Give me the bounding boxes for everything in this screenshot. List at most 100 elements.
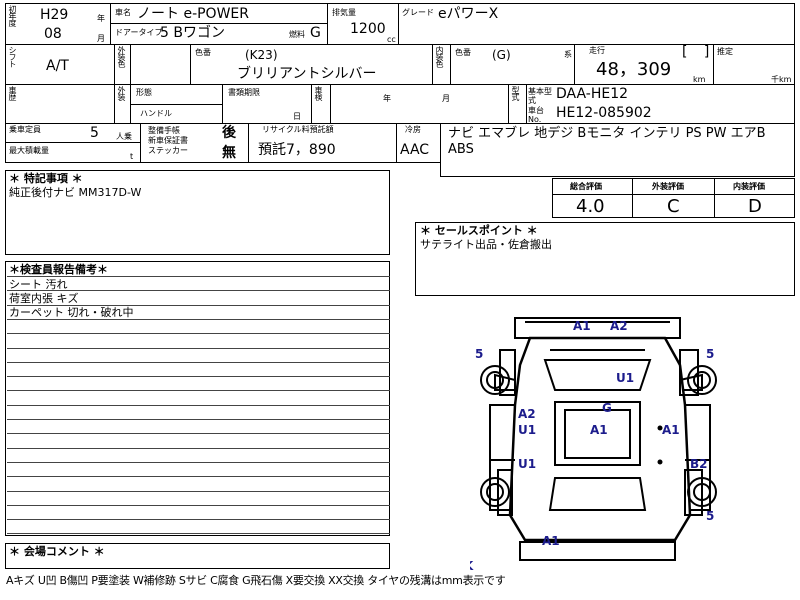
model-vert: 型式 [511, 86, 520, 100]
mileage-label: 走行 [589, 46, 605, 55]
divider [526, 84, 527, 124]
maint-label3: ステッカー [148, 146, 188, 155]
inspect-month: 月 [442, 94, 450, 103]
maint-value1: 後 [222, 125, 236, 141]
divider [114, 84, 115, 124]
year-unit: 年 [97, 14, 105, 23]
ruled-line [7, 433, 390, 434]
int-color-unit: 系 [564, 50, 572, 59]
damage-mark: A1 [573, 319, 591, 333]
divider [140, 123, 141, 163]
est-unit: 千km [771, 75, 792, 84]
car-damage-diagram: A1 A2 5 5 U1 A2 U1 G A1 A1 U1 B2 5 5 A1 … [470, 317, 717, 570]
ext-color-vert: 外装色 [117, 46, 126, 67]
divider [222, 84, 223, 124]
inspector-remark-line: カーペット 切れ・破れ中 [9, 306, 134, 319]
total-score-label: 総合評価 [570, 182, 602, 191]
capacity-label: 乗車定員 [9, 125, 41, 134]
exterior-score: C [667, 196, 680, 217]
damage-mark: B2 [690, 457, 708, 471]
chassis-label: 車台No. [528, 106, 544, 124]
damage-legend: Aキズ U凹 B傷凹 P要塗装 W補修跡 Sサビ C腐食 G飛石傷 X要交換 X… [6, 574, 506, 587]
maint-label1: 整備手帳 [148, 126, 180, 135]
recycle-label: リサイクル料預託額 [262, 125, 334, 134]
inspector-remarks-title: ＊検査員報告備考＊ [9, 263, 108, 276]
damage-mark: U1 [518, 423, 536, 437]
divider [632, 178, 633, 218]
reg-month: 08 [44, 26, 62, 42]
damage-mark: G [602, 401, 612, 415]
ruled-line [7, 491, 390, 492]
inspect-vert: 車検 [314, 86, 323, 100]
damage-mark: K [470, 559, 474, 570]
special-notes-title: ＊ 特記事項 ＊ [9, 172, 83, 185]
maint-value2: 無 [222, 145, 236, 161]
ruled-line [7, 448, 390, 449]
divider [248, 123, 249, 163]
ruled-line [7, 390, 390, 391]
ruled-line [7, 376, 390, 377]
divider [327, 3, 328, 45]
sales-point-line: サテライト出品・佐倉搬出 [420, 238, 552, 251]
divider [508, 84, 509, 124]
divider [114, 44, 115, 85]
inspector-remark-line: 荷室内張 キズ [9, 292, 79, 305]
shift-label: シフト [8, 46, 17, 67]
total-score: 4.0 [576, 196, 605, 217]
grade-label: グレード [402, 8, 434, 17]
damage-mark: 5 [706, 509, 714, 523]
divider [190, 44, 191, 85]
door-type: 5 Bワゴン [160, 25, 225, 41]
manual-unit: 日 [293, 112, 301, 121]
divider [5, 142, 140, 143]
venue-comment-title: ＊ 会場コメント ＊ [9, 545, 105, 558]
handle-label: ハンドル [140, 109, 172, 118]
divider [713, 44, 714, 85]
grade: eパワーX [438, 6, 499, 22]
ruled-line [7, 505, 390, 506]
mileage-unit: km [693, 75, 706, 84]
damage-mark: A2 [518, 407, 536, 421]
color-label: 色番 [195, 48, 211, 57]
divider [552, 194, 795, 195]
divider [450, 44, 451, 85]
int-color-label: 色番 [455, 48, 471, 57]
ruled-line [7, 333, 390, 334]
special-note-line: 純正後付ナビ MM317D-W [9, 186, 142, 199]
ruled-line [7, 362, 390, 363]
model: DAA-HE12 [556, 86, 629, 102]
divider [130, 44, 131, 85]
ruled-line [7, 476, 390, 477]
damage-mark: A2 [610, 319, 628, 333]
divider [110, 23, 327, 24]
equipment: ナビ エマブレ 地デジ Bモニタ インテリ PS PW エアB ABS [448, 126, 766, 157]
maxload-unit: t [130, 152, 134, 161]
manual-label: 書類期限 [228, 88, 260, 97]
era-year: H29 [40, 7, 69, 23]
interior-score: D [748, 196, 762, 217]
ruled-line [7, 533, 390, 534]
sales-point-title: ＊ セールスポイント ＊ [420, 224, 538, 237]
inspect-year: 年 [383, 94, 391, 103]
exterior-score-label: 外装評価 [652, 182, 684, 191]
capacity: 5 [90, 125, 99, 141]
damage-mark: U1 [616, 371, 634, 385]
history-label: 車歴 [8, 86, 17, 100]
int-color-vert: 内装色 [435, 46, 444, 67]
damage-mark: A1 [662, 423, 680, 437]
interior-score-label: 内装評価 [733, 182, 765, 191]
damage-mark: A1 [542, 534, 560, 548]
divider [110, 3, 111, 45]
first-reg-label: 初年度 [8, 5, 17, 26]
car-name: ノート e-POWER [137, 6, 249, 22]
divider [574, 44, 575, 85]
divider [130, 104, 222, 105]
mileage: 48，309 [596, 59, 672, 80]
month-unit: 月 [97, 34, 105, 43]
car-name-label: 車名 [115, 8, 131, 17]
chassis: HE12-085902 [556, 105, 652, 121]
ext-vert: 外装 [117, 86, 126, 100]
divider [311, 84, 312, 124]
damage-mark: A1 [590, 423, 608, 437]
damage-mark: 5 [706, 347, 714, 361]
